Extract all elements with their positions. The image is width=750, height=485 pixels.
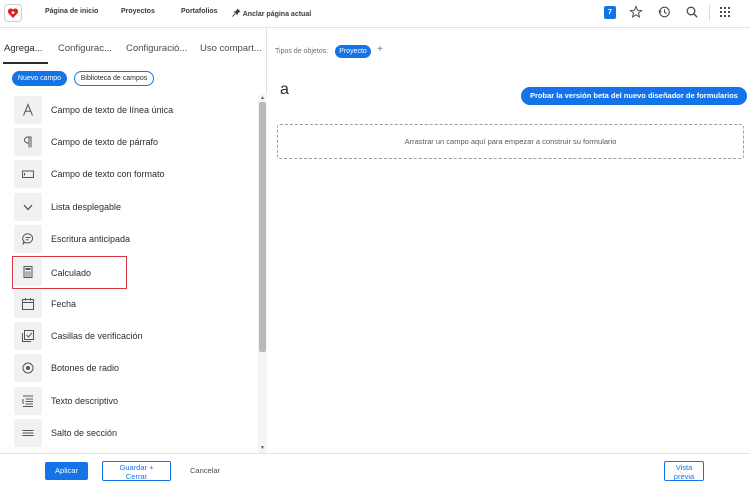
typeahead-icon: [14, 225, 42, 253]
calculator-icon: [14, 258, 42, 286]
cancel-button[interactable]: Cancelar: [190, 466, 220, 475]
field-checkboxes[interactable]: Casillas de verificación: [12, 322, 252, 352]
try-beta-designer-button[interactable]: Probar la versión beta del nuevo diseñad…: [521, 87, 747, 105]
object-types-label: Tipos de objetos:: [275, 48, 329, 55]
section-break-icon: [14, 419, 42, 447]
field-radio-buttons[interactable]: Botones de radio: [12, 354, 252, 384]
field-label: Botones de radio: [51, 363, 120, 373]
history-icon[interactable]: [657, 5, 671, 19]
apps-grid-icon[interactable]: [718, 5, 732, 19]
active-tab-indicator: [3, 62, 48, 64]
nav-projects[interactable]: Proyectos: [121, 8, 155, 15]
tab-add-fields[interactable]: Agrega...: [4, 43, 43, 54]
nav-pin-current-page[interactable]: Anclar página actual: [232, 8, 311, 18]
field-library-button[interactable]: Biblioteca de campos: [74, 71, 154, 86]
tab-sharing[interactable]: Uso compart...: [200, 43, 262, 54]
descriptive-text-icon: [14, 387, 42, 415]
text-a-icon: [14, 96, 42, 124]
tab-settings[interactable]: Configurac...: [58, 43, 112, 54]
field-list-scrollbar[interactable]: ▲ ▼: [258, 94, 267, 453]
scrollbar-thumb[interactable]: [259, 102, 266, 352]
object-type-tag[interactable]: Proyecto: [335, 45, 371, 58]
field-label: Casillas de verificación: [51, 331, 143, 341]
field-date[interactable]: Fecha: [12, 290, 252, 320]
add-object-type-button[interactable]: +: [377, 44, 383, 55]
search-icon[interactable]: [685, 5, 699, 19]
field-type-list: Campo de texto de línea única Campo de t…: [0, 94, 258, 453]
radio-icon: [14, 354, 42, 382]
logo-icon[interactable]: [4, 4, 22, 22]
field-label: Campo de texto de párrafo: [51, 137, 159, 147]
field-label: Escritura anticipada: [51, 234, 131, 244]
star-icon[interactable]: [629, 5, 643, 19]
toolbar-divider: [709, 5, 710, 21]
preview-button[interactable]: Vista previa: [664, 461, 704, 481]
pin-icon: [232, 8, 241, 17]
field-dropdown[interactable]: Lista desplegable: [12, 193, 252, 223]
field-label: Salto de sección: [51, 428, 118, 438]
scroll-up-icon[interactable]: ▲: [259, 95, 266, 101]
rich-text-icon: [14, 160, 42, 188]
field-label: Campo de texto de línea única: [51, 105, 174, 115]
field-rich-text[interactable]: Campo de texto con formato: [12, 160, 252, 190]
notification-badge[interactable]: 7: [604, 6, 616, 19]
top-navigation-bar: Página de inicio Proyectos Portafolios A…: [0, 0, 750, 28]
form-canvas: Tipos de objetos: Proyecto + a Probar la…: [268, 28, 750, 453]
scroll-down-icon[interactable]: ▼: [259, 445, 266, 451]
field-panel: Agrega... Configurac... Configuració... …: [0, 28, 267, 453]
chevron-down-icon: [14, 193, 42, 221]
apply-button[interactable]: Aplicar: [45, 462, 88, 480]
save-close-button[interactable]: Guardar + Cerrar: [102, 461, 171, 481]
checkbox-icon: [14, 322, 42, 350]
pilcrow-icon: [14, 128, 42, 156]
field-section-break[interactable]: Salto de sección: [12, 419, 252, 449]
footer-bar: Aplicar Guardar + Cerrar Cancelar Vista …: [0, 453, 750, 485]
field-calculated[interactable]: Calculado: [12, 256, 127, 289]
field-descriptive-text[interactable]: Texto descriptivo: [12, 387, 252, 417]
save-close-label-2: Cerrar: [125, 472, 148, 481]
field-label: Calculado: [51, 268, 92, 278]
field-typeahead[interactable]: Escritura anticipada: [12, 225, 252, 255]
form-title[interactable]: a: [280, 81, 289, 99]
field-label: Campo de texto con formato: [51, 169, 165, 179]
save-close-label-1: Guardar +: [119, 463, 154, 472]
field-single-line-text[interactable]: Campo de texto de línea única: [12, 96, 252, 126]
field-label: Texto descriptivo: [51, 396, 119, 406]
preview-label-1: Vista: [675, 463, 693, 472]
new-field-button[interactable]: Nuevo campo: [12, 71, 67, 86]
calendar-icon: [14, 290, 42, 318]
field-paragraph-text[interactable]: Campo de texto de párrafo: [12, 128, 252, 158]
field-label: Lista desplegable: [51, 202, 122, 212]
nav-home[interactable]: Página de inicio: [45, 8, 98, 15]
field-label: Fecha: [51, 299, 77, 309]
panel-tabs: Agrega... Configurac... Configuració... …: [0, 28, 267, 64]
preview-label-2: previa: [673, 472, 695, 481]
nav-portfolios[interactable]: Portafolios: [181, 8, 218, 15]
nav-pin-label: Anclar página actual: [242, 11, 312, 18]
field-dropzone[interactable]: Arrastrar un campo aquí para empezar a c…: [277, 124, 744, 159]
tab-configuration[interactable]: Configuració...: [126, 43, 187, 54]
